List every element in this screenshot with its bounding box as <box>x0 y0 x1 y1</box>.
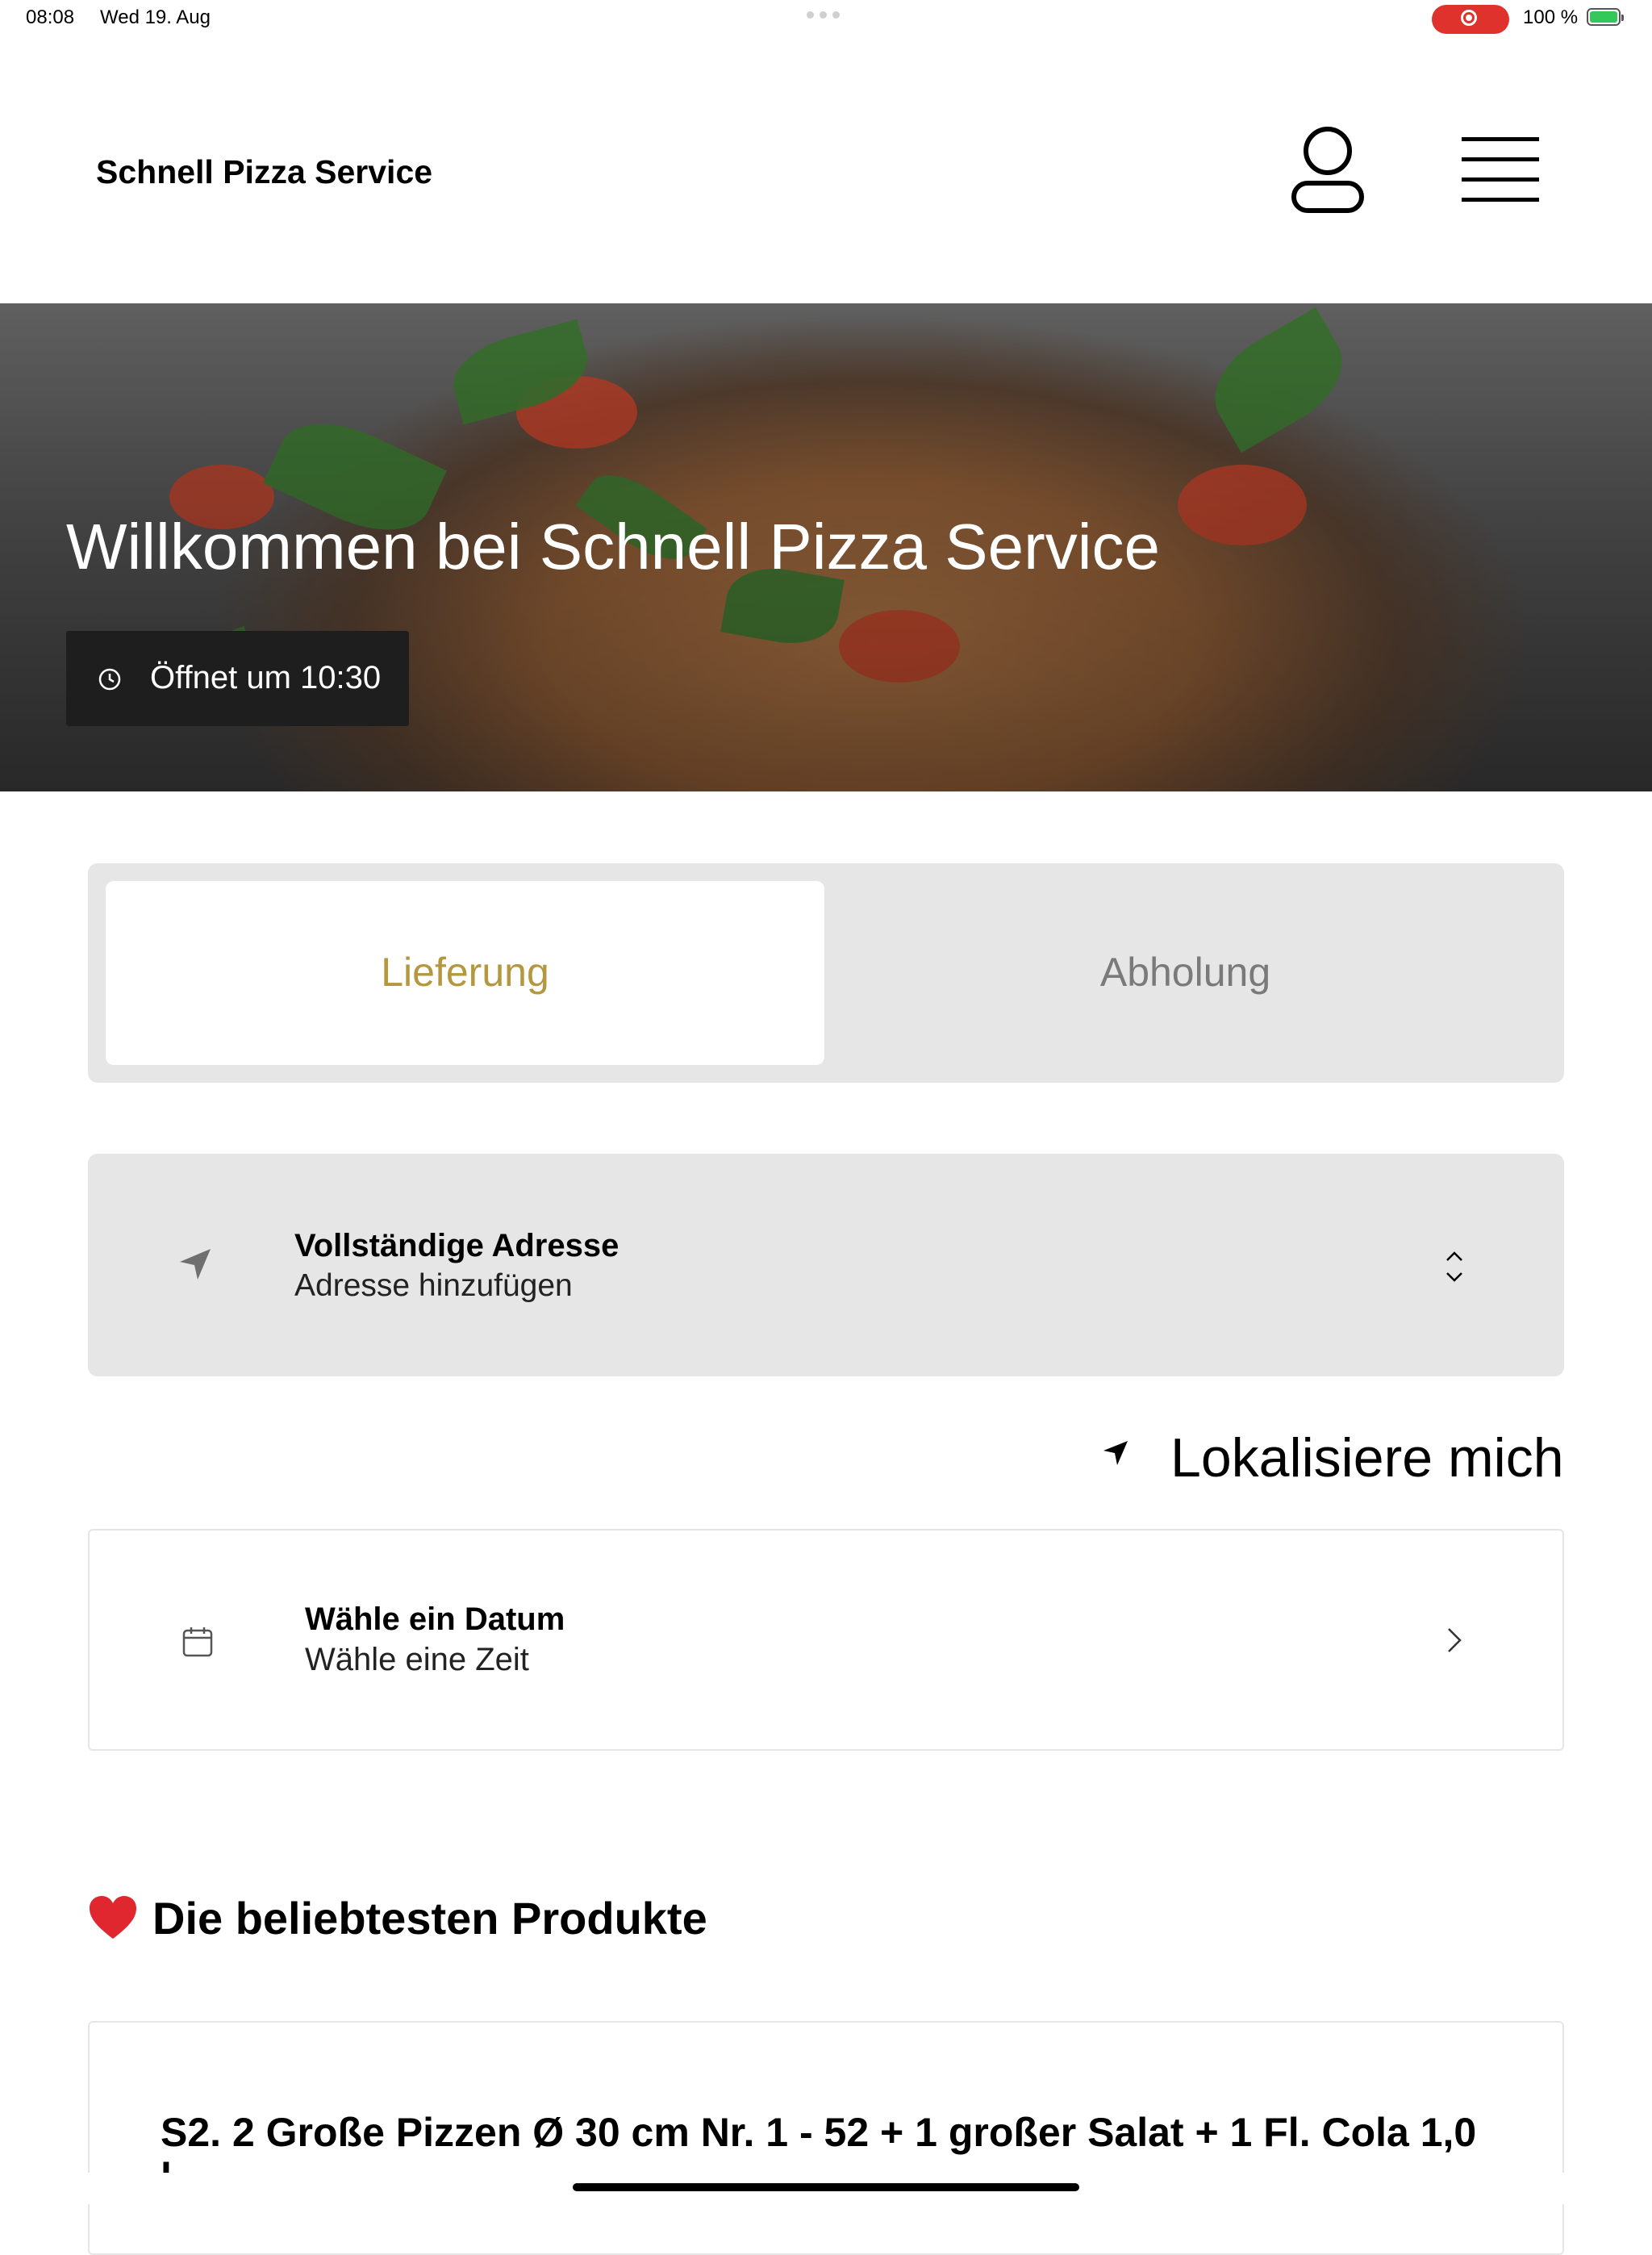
locate-me-label: Lokalisiere mich <box>1170 1427 1564 1489</box>
calendar-icon <box>182 1627 213 1657</box>
delivery-tab-label: Lieferung <box>381 950 549 995</box>
opening-hours-badge: Öffnet um 10:30 <box>66 631 409 726</box>
address-subtitle: Adresse hinzufügen <box>294 1268 573 1303</box>
chevron-right-icon <box>1448 1628 1462 1652</box>
home-indicator[interactable] <box>573 2183 1079 2191</box>
delivery-tab[interactable]: Lieferung <box>106 881 824 1065</box>
locate-me-button[interactable]: Lokalisiere mich <box>1102 1423 1565 1489</box>
hero-banner: Willkommen bei Schnell Pizza Service Öff… <box>0 303 1652 791</box>
address-title: Vollständige Adresse <box>294 1228 620 1263</box>
account-button[interactable] <box>1289 125 1366 215</box>
brand-name[interactable]: Schnell Pizza Service <box>96 153 432 191</box>
menu-button[interactable] <box>1460 136 1541 203</box>
date-title: Wähle ein Datum <box>305 1601 565 1637</box>
screen-recording-indicator[interactable] <box>1432 5 1509 34</box>
status-bar: 08:08 Wed 19. Aug 100 % <box>0 0 1652 37</box>
opening-hours-text: Öffnet um 10:30 <box>150 660 382 695</box>
order-mode-switch: Lieferung Abholung <box>88 863 1564 1083</box>
battery-icon <box>1587 8 1624 26</box>
location-arrow-icon <box>180 1249 211 1280</box>
time-subtitle: Wähle eine Zeit <box>305 1642 529 1677</box>
welcome-title: Willkommen bei Schnell Pizza Service <box>66 511 1161 583</box>
multitasking-dots[interactable] <box>807 11 840 19</box>
status-time: 08:08 <box>26 6 75 28</box>
battery-percentage: 100 % <box>1523 6 1579 28</box>
popular-products-title: Die beliebtesten Produkte <box>152 1893 707 1944</box>
product-card[interactable]: S2. 2 Große Pizzen Ø 30 cm Nr. 1 - 52 + … <box>88 2021 1564 2255</box>
heart-icon <box>90 1896 136 1939</box>
clock-icon <box>98 668 121 691</box>
person-icon <box>1291 127 1364 213</box>
address-selector[interactable]: Vollständige Adresse Adresse hinzufügen <box>88 1154 1564 1376</box>
status-date: Wed 19. Aug <box>100 6 211 28</box>
hamburger-menu-icon <box>1462 137 1539 202</box>
date-time-selector[interactable]: Wähle ein Datum Wähle eine Zeit <box>88 1529 1564 1751</box>
pickup-tab[interactable]: Abholung <box>824 881 1546 1065</box>
location-arrow-icon <box>1103 1441 1128 1465</box>
pickup-tab-label: Abholung <box>1099 950 1271 995</box>
chevron-up-down-icon <box>1446 1251 1462 1282</box>
